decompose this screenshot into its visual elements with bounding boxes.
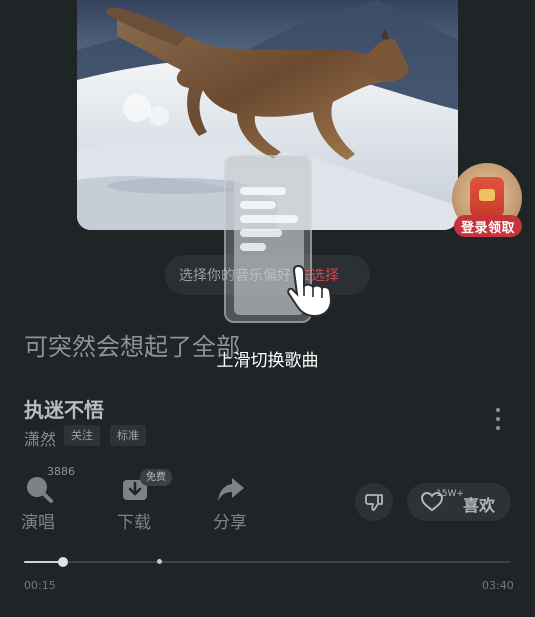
download-label: 下载 <box>117 513 151 533</box>
dislike-button[interactable] <box>355 483 393 521</box>
elapsed-time: 00:15 <box>24 579 56 592</box>
swipe-up-hand-icon <box>287 264 333 318</box>
share-button[interactable]: 分享 <box>200 472 260 533</box>
share-icon <box>218 478 244 501</box>
follow-button[interactable]: 关注 <box>64 425 100 446</box>
microphone-icon <box>27 477 53 503</box>
artist-name[interactable]: 潇然 <box>24 426 56 450</box>
guide-line <box>240 243 266 251</box>
like-label: 喜欢 <box>463 496 496 515</box>
download-free-badge: 免费 <box>140 469 172 486</box>
login-reward-promo[interactable]: 登录领取 <box>452 163 524 239</box>
progress-thumb[interactable] <box>57 557 68 567</box>
share-label: 分享 <box>213 513 247 533</box>
swipe-guide-hint: 上滑切换歌曲 <box>216 351 319 371</box>
sing-count: 3886 <box>47 465 75 478</box>
like-button[interactable]: 15W+ 喜欢 <box>407 483 511 521</box>
guide-line <box>240 201 276 209</box>
quality-tag[interactable]: 标准 <box>110 425 146 446</box>
guide-line <box>240 229 282 237</box>
more-options-icon[interactable] <box>490 406 506 432</box>
red-packet-icon <box>470 177 504 217</box>
player-screen: 登录领取 选择你的音乐偏好 去选择 可突然会想起了全部 上滑切换歌曲 执迷不悟 … <box>0 0 535 617</box>
guide-line <box>240 187 286 195</box>
guide-line <box>240 215 298 223</box>
progress-track[interactable] <box>24 561 511 563</box>
sing-label: 演唱 <box>21 513 55 533</box>
total-time: 03:40 <box>482 579 514 592</box>
climax-marker <box>157 559 163 564</box>
song-title[interactable]: 执迷不悟 <box>24 394 104 423</box>
sing-button[interactable]: 演唱 <box>8 472 68 533</box>
promo-label: 登录领取 <box>454 215 522 237</box>
thumbs-down-icon <box>365 494 383 511</box>
like-count: 15W+ <box>436 489 464 499</box>
